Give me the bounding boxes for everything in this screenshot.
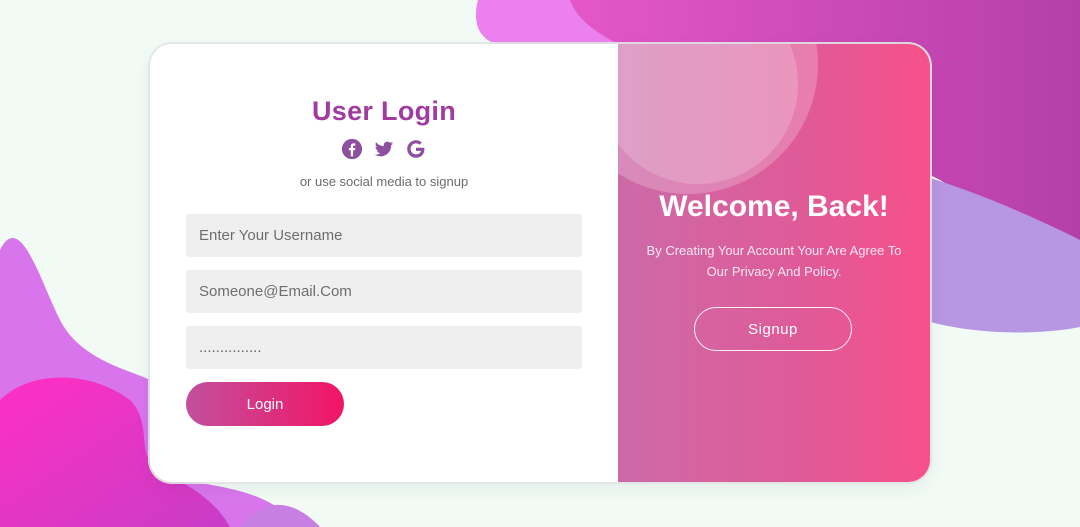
login-card: User Login or use social media to signup xyxy=(150,44,930,482)
page-title: User Login xyxy=(311,96,456,126)
welcome-panel: Welcome, Back! By Creating Your Account … xyxy=(618,44,930,482)
login-button[interactable]: Login xyxy=(186,382,344,426)
twitter-icon[interactable] xyxy=(373,138,395,160)
social-icons xyxy=(150,138,618,160)
signup-button[interactable]: Signup xyxy=(694,307,852,351)
social-hint: or use social media to signup xyxy=(299,174,469,189)
email-input[interactable] xyxy=(186,270,582,313)
username-input[interactable] xyxy=(186,214,582,257)
welcome-description: By Creating Your Account Your Are Agree … xyxy=(646,243,902,279)
password-input[interactable] xyxy=(186,326,582,369)
login-panel: User Login or use social media to signup xyxy=(150,44,618,482)
welcome-heading: Welcome, Back! xyxy=(659,190,889,223)
google-icon[interactable] xyxy=(405,138,427,160)
facebook-icon[interactable] xyxy=(341,138,363,160)
